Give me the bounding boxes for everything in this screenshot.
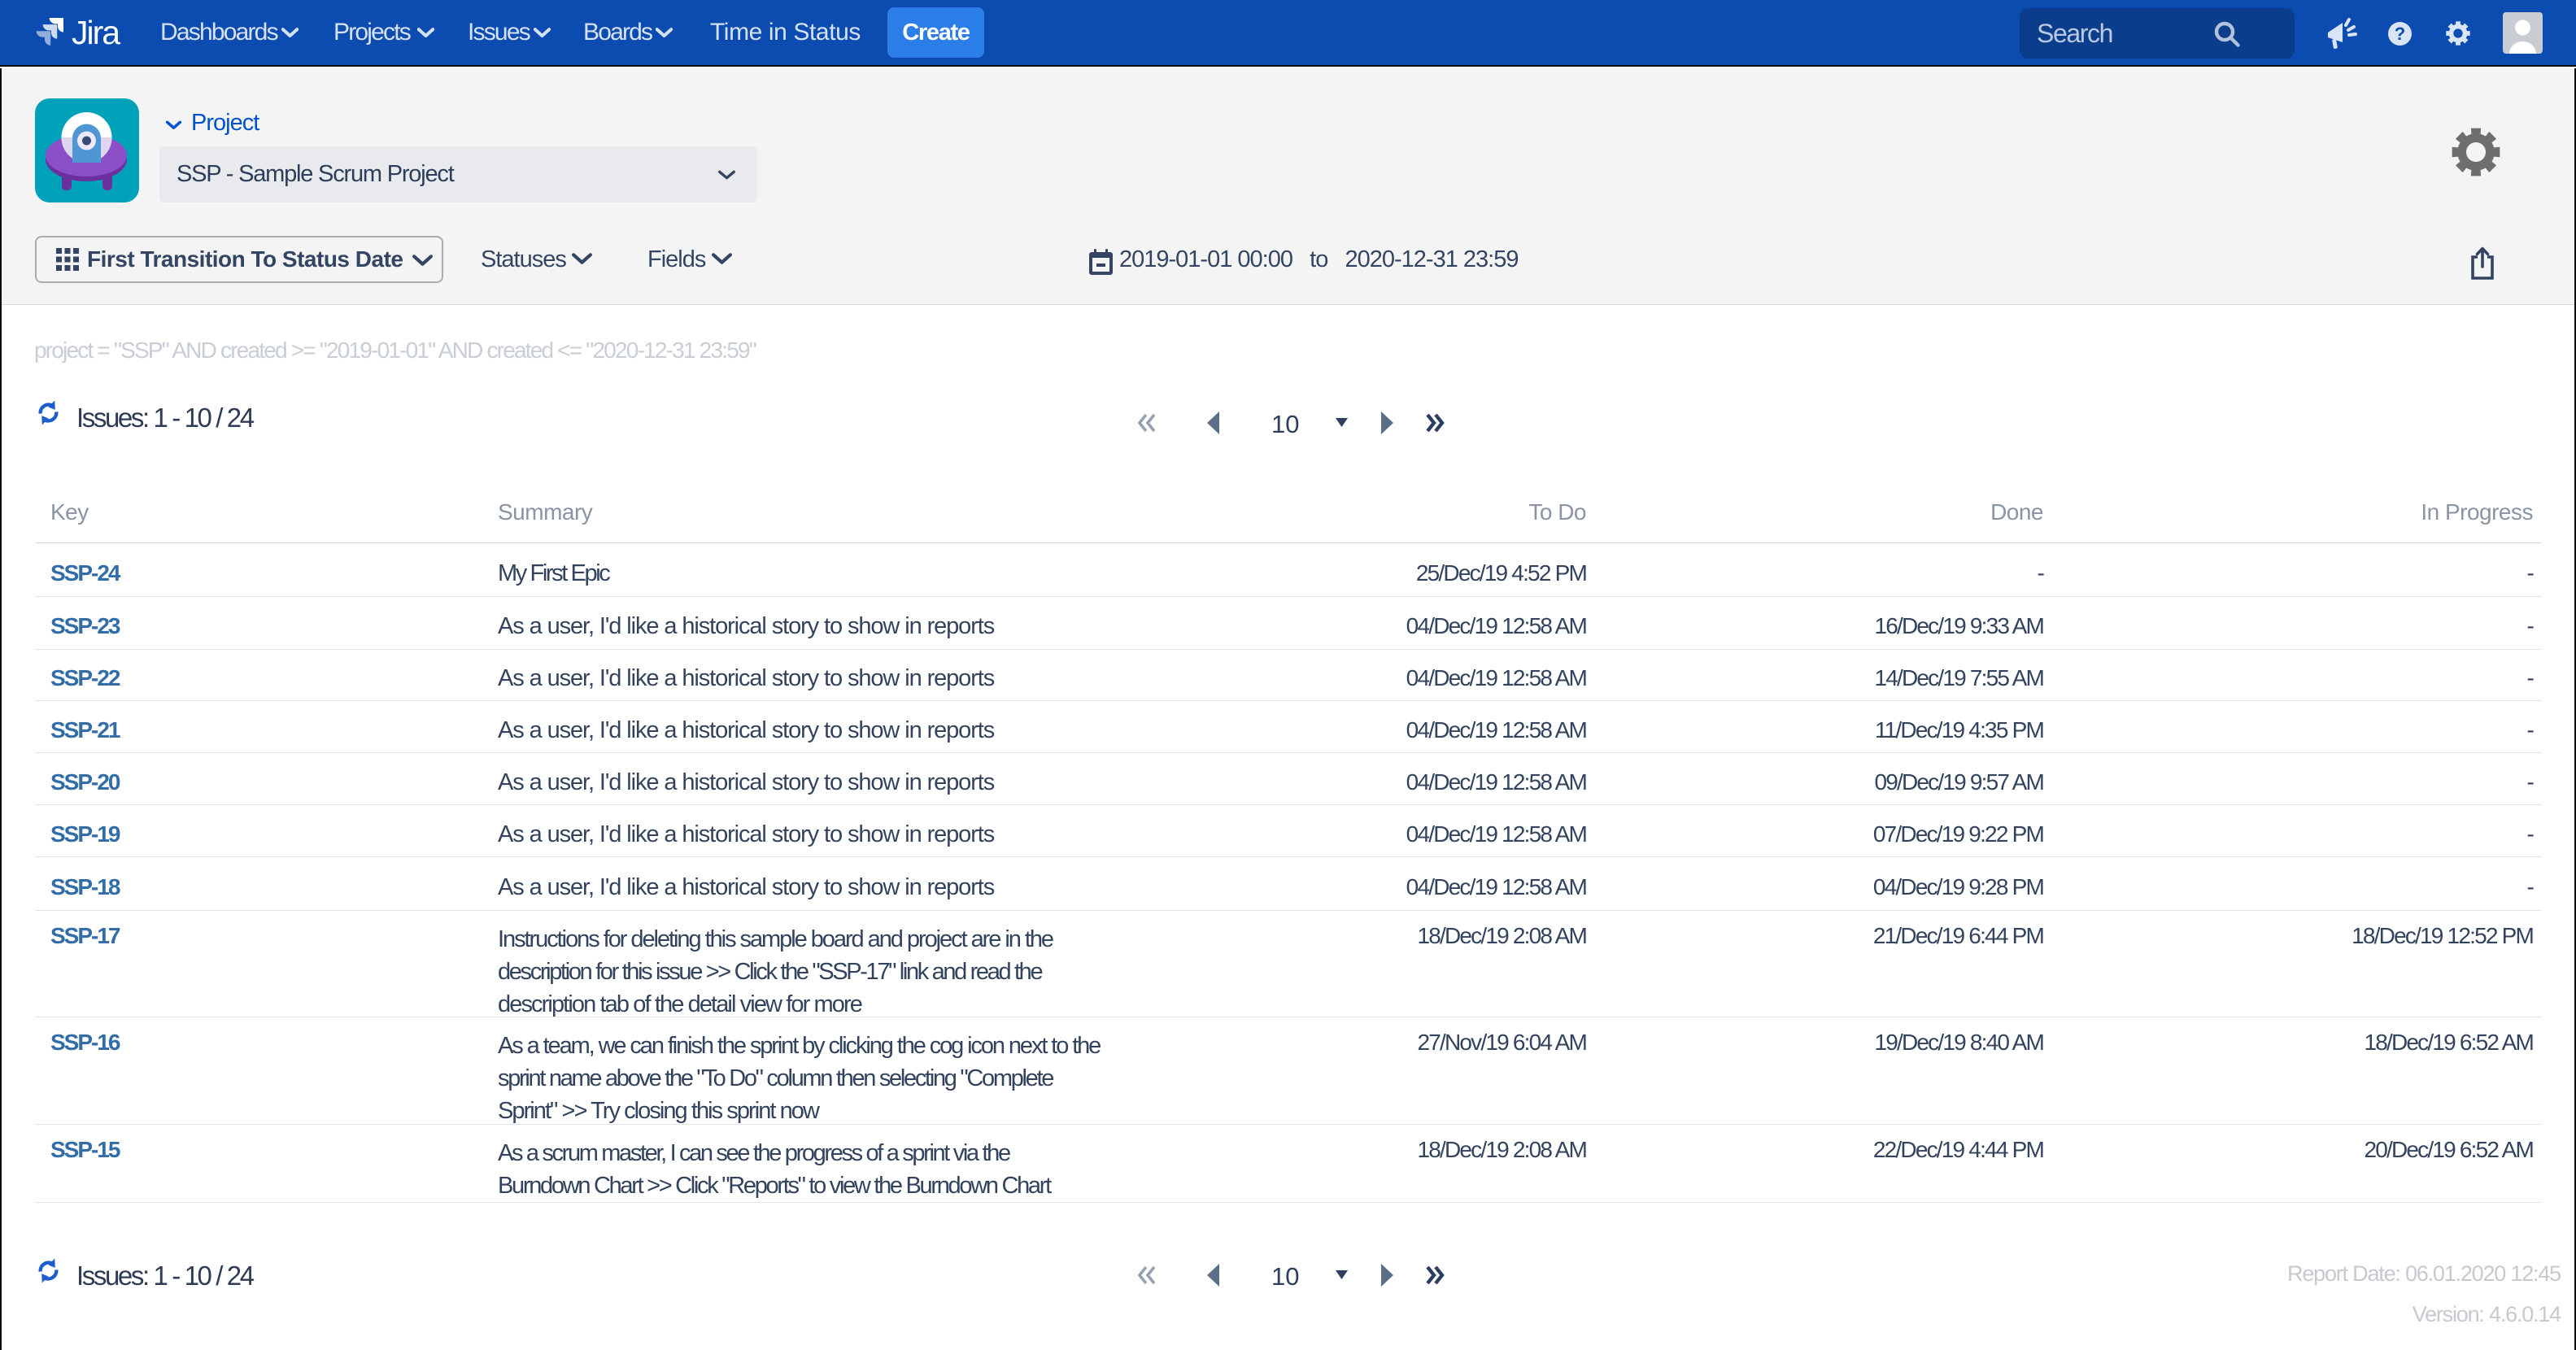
svg-text:?: ? [2395,24,2405,44]
